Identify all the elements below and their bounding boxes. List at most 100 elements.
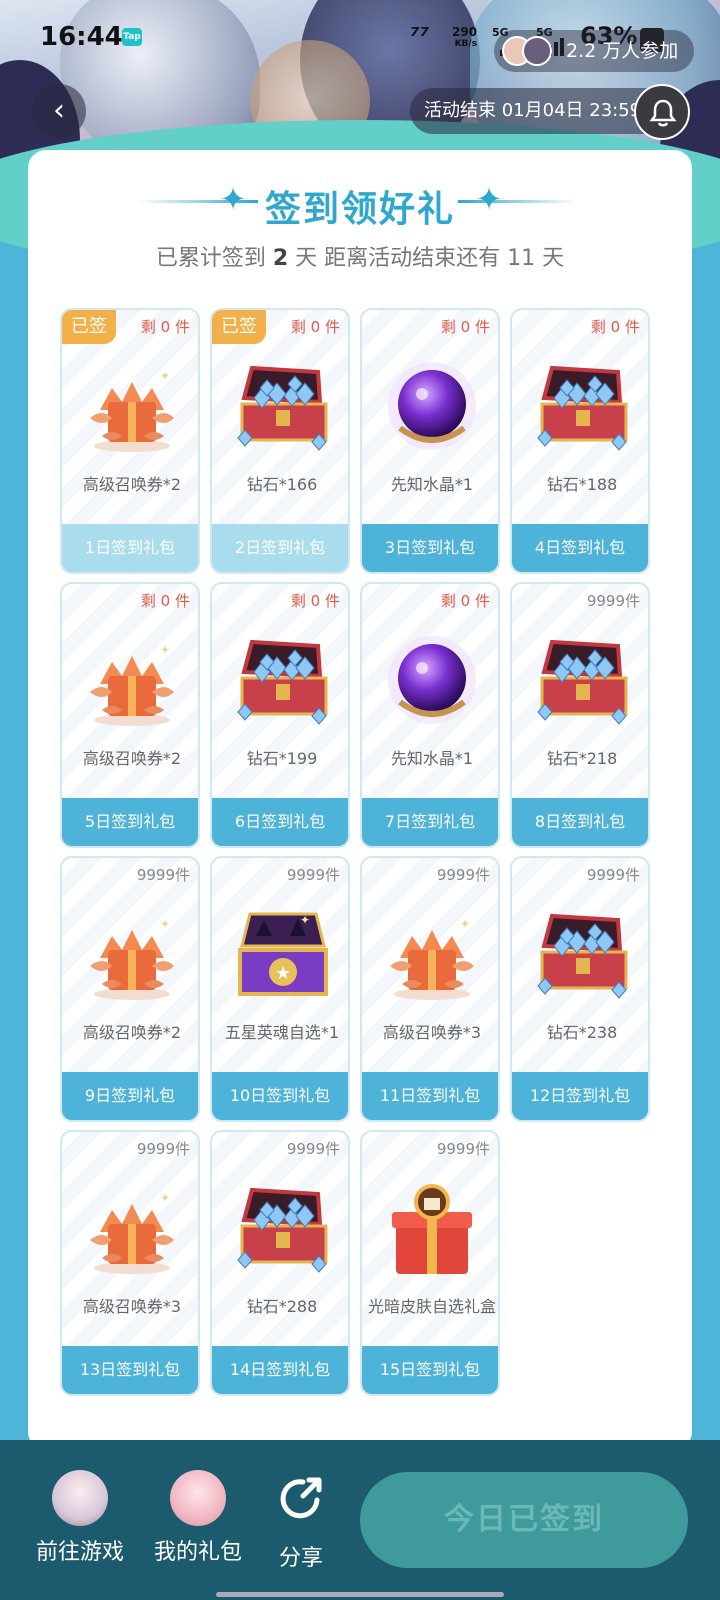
crystal-orb-icon: [382, 358, 482, 458]
gift-day-label: 4日签到礼包: [512, 524, 648, 572]
gift-day-label: 14日签到礼包: [212, 1346, 348, 1394]
gift-day-label: 8日签到礼包: [512, 798, 648, 846]
gift-tile[interactable]: 剩 0 件 先知水晶*1 3日签到礼包: [360, 308, 500, 574]
gift-tile[interactable]: 9999件 光暗皮肤自选礼盒 15日签到礼包: [360, 1130, 500, 1396]
title-decoration-right: [458, 200, 578, 203]
gift-tile[interactable]: 剩 0 件 钻石*199 6日签到礼包: [210, 582, 350, 848]
summon-ticket-icon: ✦: [82, 1180, 182, 1280]
gift-tile[interactable]: 9999件 ★ ✦ 五星英魂自选*1 10日签到礼包: [210, 856, 350, 1122]
gift-tile[interactable]: 剩 0 件 ✦ 高级召唤券*2 5日签到礼包: [60, 582, 200, 848]
game-avatar-icon: [52, 1470, 108, 1526]
gift-avatar-icon: [170, 1470, 226, 1526]
sign-in-summary: 已累计签到 2 天 距离活动结束还有 11 天: [155, 246, 565, 271]
gift-name: 高级召唤券*2: [82, 1023, 182, 1042]
stock-remaining: 9999件: [136, 866, 190, 884]
stock-remaining: 9999件: [436, 866, 490, 884]
diamond-chest-icon: [232, 358, 332, 458]
chevron-left-icon: ‹: [53, 93, 65, 128]
svg-text:✦: ✦: [160, 917, 170, 931]
hero-soul-chest-icon: ★ ✦: [232, 906, 332, 1006]
gift-day-label: 7日签到礼包: [362, 798, 498, 846]
back-button[interactable]: ‹: [32, 84, 86, 138]
gift-day-label: 1日签到礼包: [62, 524, 198, 572]
stock-remaining: 剩 0 件: [590, 318, 640, 336]
home-indicator[interactable]: [216, 1592, 504, 1597]
svg-text:✦: ✦: [160, 369, 170, 383]
signed-badge: 已签: [212, 310, 266, 344]
gift-name: 钻石*238: [546, 1023, 618, 1042]
gift-name: 钻石*218: [546, 749, 618, 768]
gift-tile[interactable]: 9999件 钻石*288 14日签到礼包: [210, 1130, 350, 1396]
net-speed: 290 KB/s: [452, 25, 478, 49]
share-label: 分享: [278, 1546, 323, 1571]
gift-name: 先知水晶*1: [390, 475, 474, 494]
gift-tile[interactable]: 剩 0 件 钻石*188 4日签到礼包: [510, 308, 650, 574]
diamond-chest-icon: [532, 906, 632, 1006]
summon-ticket-icon: ✦: [82, 358, 182, 458]
notification-button[interactable]: [634, 84, 690, 140]
signed-today-button[interactable]: 今日已签到: [360, 1472, 688, 1568]
gift-name: 高级召唤券*2: [82, 749, 182, 768]
stock-remaining: 9999件: [136, 1140, 190, 1158]
taptap-icon: Tap: [122, 28, 142, 46]
go-game-label: 前往游戏: [35, 1540, 124, 1565]
stock-remaining: 剩 0 件: [290, 318, 340, 336]
participant-avatar: [522, 36, 552, 66]
summon-ticket-icon: ✦: [82, 632, 182, 732]
gift-name: 钻石*288: [246, 1297, 318, 1316]
gift-day-label: 15日签到礼包: [362, 1346, 498, 1394]
stock-remaining: 剩 0 件: [290, 592, 340, 610]
gift-day-label: 11日签到礼包: [362, 1072, 498, 1120]
stock-remaining: 9999件: [286, 1140, 340, 1158]
gift-tile[interactable]: 9999件 钻石*218 8日签到礼包: [510, 582, 650, 848]
gift-name: 高级召唤券*3: [82, 1297, 182, 1316]
gift-tile[interactable]: 已签 剩 0 件 ✦ 高级召唤券*2 1日签到礼包: [60, 308, 200, 574]
gift-tile[interactable]: 9999件 ✦ 高级召唤券*3 13日签到礼包: [60, 1130, 200, 1396]
summon-ticket-icon: ✦: [382, 906, 482, 1006]
gift-name: 钻石*199: [246, 749, 318, 768]
nfc-icon: ⁷⁷: [410, 24, 430, 49]
gift-tile[interactable]: 9999件 ✦ 高级召唤券*2 9日签到礼包: [60, 856, 200, 1122]
signed-badge: 已签: [62, 310, 116, 344]
my-gifts-button[interactable]: 我的礼包: [146, 1470, 250, 1566]
gift-tile[interactable]: 剩 0 件 先知水晶*1 7日签到礼包: [360, 582, 500, 848]
crystal-orb-icon: [382, 632, 482, 732]
gift-name: 高级召唤券*3: [382, 1023, 482, 1042]
bottom-bar: 前往游戏 我的礼包 分享 今日已签到: [0, 1440, 720, 1600]
summon-ticket-icon: ✦: [82, 906, 182, 1006]
share-button[interactable]: 分享: [266, 1470, 336, 1572]
stock-remaining: 9999件: [586, 592, 640, 610]
gift-name: 钻石*166: [246, 475, 318, 494]
stock-remaining: 9999件: [436, 1140, 490, 1158]
gift-day-label: 10日签到礼包: [212, 1072, 348, 1120]
diamond-chest-icon: [532, 632, 632, 732]
diamond-chest-icon: [232, 1180, 332, 1280]
status-time: 16:44: [40, 22, 123, 52]
gift-day-label: 2日签到礼包: [212, 524, 348, 572]
card-title: 签到领好礼: [264, 189, 455, 230]
skin-gift-box-icon: [382, 1180, 482, 1280]
svg-text:✦: ✦: [300, 913, 310, 927]
gift-tile[interactable]: 9999件 ✦ 高级召唤券*3 11日签到礼包: [360, 856, 500, 1122]
diamond-chest-icon: [532, 358, 632, 458]
gift-day-label: 13日签到礼包: [62, 1346, 198, 1394]
gift-tile[interactable]: 已签 剩 0 件 钻石*166 2日签到礼包: [210, 308, 350, 574]
gift-name: 五星英魂自选*1: [224, 1023, 340, 1042]
days-left-count: 11: [507, 246, 536, 271]
stock-remaining: 剩 0 件: [440, 592, 490, 610]
svg-text:★: ★: [275, 963, 291, 984]
go-game-button[interactable]: 前往游戏: [30, 1470, 130, 1566]
gift-day-label: 6日签到礼包: [212, 798, 348, 846]
gift-day-label: 3日签到礼包: [362, 524, 498, 572]
gift-tile[interactable]: 9999件 钻石*238 12日签到礼包: [510, 856, 650, 1122]
participants-count: 2.2 万人参加: [566, 40, 679, 62]
stock-remaining: 剩 0 件: [140, 592, 190, 610]
stock-remaining: 9999件: [286, 866, 340, 884]
sparkle-icon: ✦: [475, 180, 503, 218]
participants-pill: 2.2 万人参加: [494, 30, 694, 72]
svg-text:✦: ✦: [460, 917, 470, 931]
gift-day-label: 5日签到礼包: [62, 798, 198, 846]
svg-text:✦: ✦: [160, 643, 170, 657]
stock-remaining: 9999件: [586, 866, 640, 884]
sign-in-page: 16:44 Tap ⁷⁷ 290 KB/s 5G 5G 63% 2.2 万人参加…: [0, 0, 720, 1600]
